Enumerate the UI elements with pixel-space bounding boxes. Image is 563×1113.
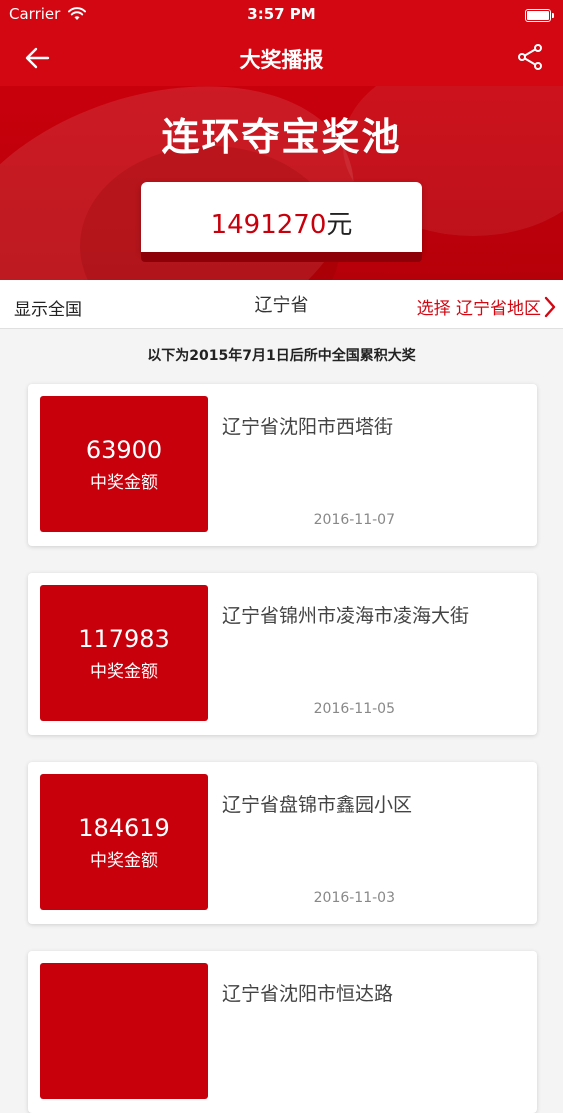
prize-amount-label: 中奖金额 <box>90 851 158 871</box>
prize-address: 辽宁省盘锦市鑫园小区 <box>222 794 413 816</box>
prize-date: 2016-11-07 <box>313 512 395 528</box>
share-button[interactable] <box>515 42 545 72</box>
prize-amount: 184619 <box>78 814 170 842</box>
select-region-button[interactable]: 选择 辽宁省地区 <box>417 294 557 319</box>
pool-title: 连环夺宝奖池 <box>161 115 402 159</box>
prize-card[interactable]: 63900 中奖金额 辽宁省沈阳市西塔街 2016-11-07 <box>28 384 537 546</box>
pool-amount-box: 1491270元 <box>141 182 422 262</box>
navigation-bar: 大奖播报 <box>0 30 563 86</box>
share-icon <box>518 44 542 70</box>
prize-amount-label: 中奖金额 <box>90 473 158 493</box>
prize-amount: 117983 <box>78 625 170 653</box>
status-bar: Carrier 3:57 PM <box>0 0 563 30</box>
pool-amount-value: 1491270 <box>210 210 327 240</box>
prize-amount-label: 中奖金额 <box>90 662 158 682</box>
notice-text: 以下为2015年7月1日后所中全国累积大奖 <box>147 348 416 364</box>
prize-address: 辽宁省沈阳市恒达路 <box>222 983 394 1005</box>
top-bar: Carrier 3:57 PM 大奖播报 <box>0 0 563 86</box>
status-time: 3:57 PM <box>247 5 316 23</box>
pool-amount-unit: 元 <box>326 210 353 240</box>
prize-date: 2016-11-03 <box>313 890 395 906</box>
prize-amount: 63900 <box>85 436 163 464</box>
prize-date: 2016-11-05 <box>313 701 395 717</box>
prize-address: 辽宁省锦州市凌海市凌海大街 <box>222 605 470 627</box>
prize-amount-block: 117983 中奖金额 <box>40 585 208 721</box>
prize-amount-block <box>40 963 208 1099</box>
pool-amount: 1491270元 <box>141 204 422 241</box>
prize-address: 辽宁省沈阳市西塔街 <box>222 416 394 438</box>
select-region-label: 选择 辽宁省地区 <box>416 299 541 319</box>
prize-amount-block: 184619 中奖金额 <box>40 774 208 910</box>
prize-card[interactable]: 184619 中奖金额 辽宁省盘锦市鑫园小区 2016-11-03 <box>28 762 537 924</box>
prize-card[interactable]: 117983 中奖金额 辽宁省锦州市凌海市凌海大街 2016-11-05 <box>28 573 537 735</box>
page-title: 大奖播报 <box>239 48 324 72</box>
prize-card[interactable]: 辽宁省沈阳市恒达路 <box>28 951 537 1113</box>
chevron-right-icon <box>544 296 556 317</box>
battery-icon <box>525 9 554 22</box>
region-filter-bar: 显示全国 辽宁省 选择 辽宁省地区 <box>0 280 563 329</box>
prize-amount-block: 63900 中奖金额 <box>40 396 208 532</box>
jackpot-banner: 连环夺宝奖池 1491270元 <box>0 86 563 280</box>
